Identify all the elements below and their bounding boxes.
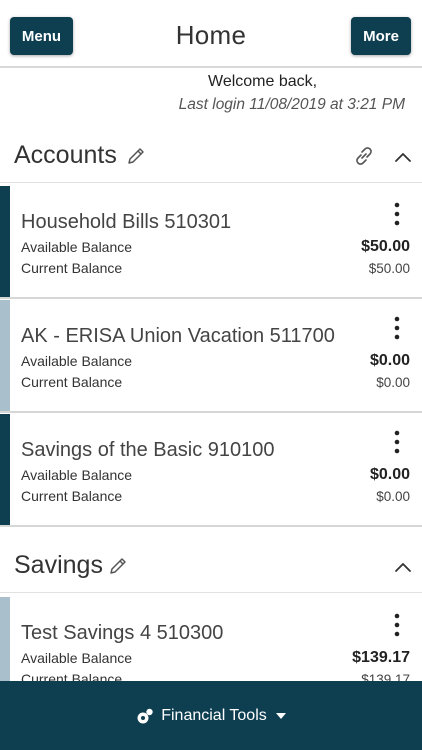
accounts-section-header: Accounts [0, 133, 422, 183]
account-row[interactable]: Household Bills 510301 Available Balance… [0, 186, 422, 299]
account-color-bar [0, 300, 10, 411]
available-balance-label: Available Balance [21, 239, 133, 255]
accounts-section-title: Accounts [14, 141, 117, 169]
savings-section-header: Savings [0, 543, 422, 593]
collapse-chevron-up-icon[interactable] [394, 561, 412, 573]
available-balance-value: $0.00 [369, 352, 410, 369]
available-balance-value: $139.17 [352, 649, 410, 666]
more-options-icon[interactable] [390, 315, 404, 343]
available-balance-label: Available Balance [21, 650, 133, 666]
financial-tools-icon [137, 708, 153, 723]
welcome-panel: Welcome back, Last login 11/08/2019 at 3… [0, 73, 422, 133]
account-color-bar [0, 186, 10, 297]
financial-tools-button[interactable]: Financial Tools [135, 706, 287, 726]
account-row[interactable]: AK - ERISA Union Vacation 511700 Availab… [0, 300, 422, 413]
account-color-bar [0, 414, 10, 525]
available-balance-value: $0.00 [369, 466, 410, 483]
edit-pencil-icon[interactable] [108, 556, 128, 576]
current-balance-value: $50.00 [368, 261, 410, 276]
account-name[interactable]: Household Bills 510301 [21, 211, 231, 234]
current-balance-label: Current Balance [21, 374, 123, 390]
more-options-icon[interactable] [390, 429, 404, 457]
current-balance-value: $0.00 [376, 489, 410, 504]
financial-tools-bar[interactable]: Financial Tools [0, 681, 422, 750]
available-balance-label: Available Balance [21, 467, 133, 483]
current-balance-value: $0.00 [376, 375, 410, 390]
last-login-text: Last login 11/08/2019 at 3:21 PM [178, 96, 405, 113]
app-header: Menu Home More [0, 0, 422, 68]
more-button[interactable]: More [351, 17, 411, 55]
collapse-chevron-up-icon[interactable] [394, 151, 412, 163]
financial-tools-label: Financial Tools [161, 706, 267, 724]
account-name[interactable]: Test Savings 4 510300 [21, 622, 223, 645]
edit-pencil-icon[interactable] [126, 146, 146, 166]
account-name[interactable]: Savings of the Basic 910100 [21, 439, 275, 462]
available-balance-label: Available Balance [21, 353, 133, 369]
account-row[interactable]: Savings of the Basic 910100 Available Ba… [0, 414, 422, 527]
more-options-icon[interactable] [390, 612, 404, 640]
available-balance-value: $50.00 [361, 238, 410, 255]
welcome-greeting: Welcome back, [208, 73, 318, 90]
current-balance-label: Current Balance [21, 260, 123, 276]
current-balance-label: Current Balance [21, 488, 123, 504]
account-name[interactable]: AK - ERISA Union Vacation 511700 [21, 325, 335, 348]
savings-section-title: Savings [14, 551, 103, 579]
caret-down-icon [275, 712, 286, 719]
link-accounts-icon[interactable] [352, 144, 376, 168]
more-options-icon[interactable] [390, 201, 404, 229]
